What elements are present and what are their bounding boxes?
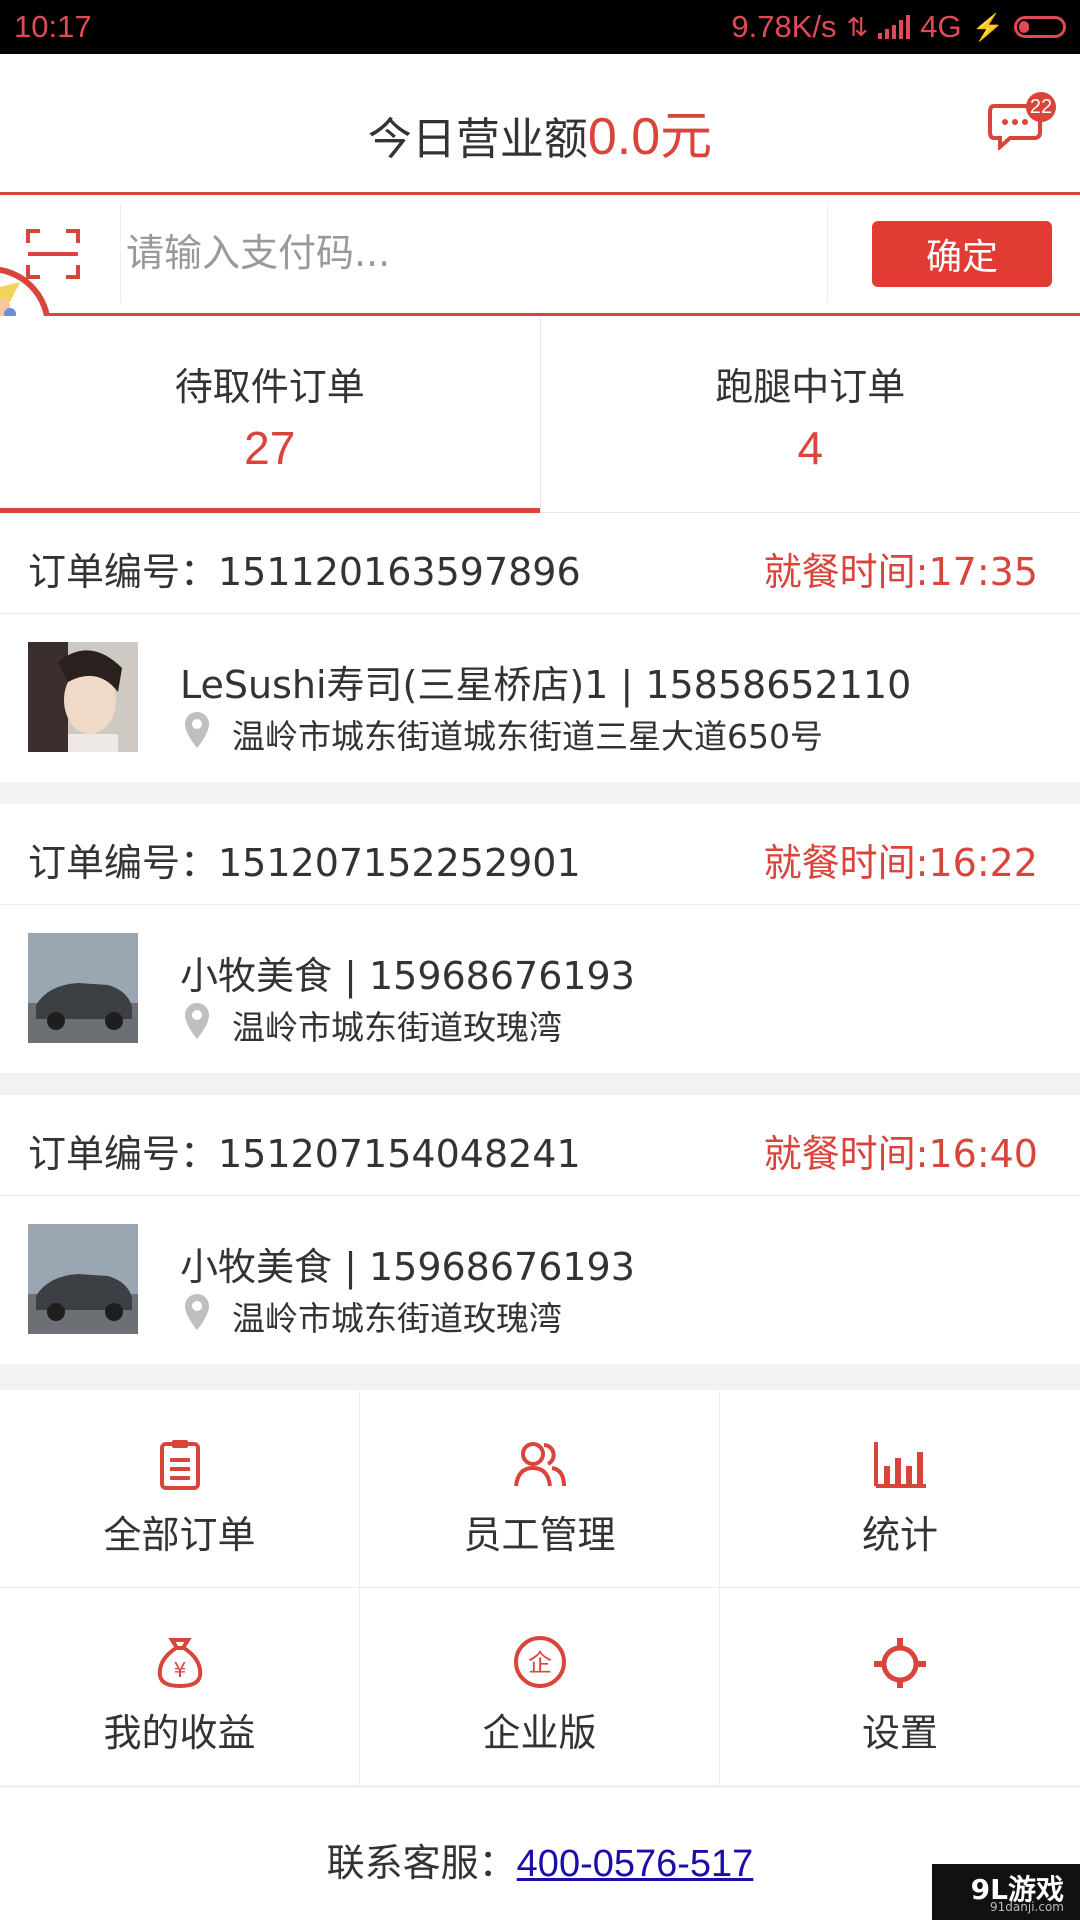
customer-address: 温岭市城东街道玫瑰湾 [232, 1299, 562, 1338]
tab-label: 待取件订单 [174, 365, 365, 409]
confirm-button[interactable]: 确定 [872, 221, 1052, 287]
menu-label: 全部订单 [103, 1513, 256, 1557]
menu-label: 我的收益 [103, 1711, 256, 1755]
revenue-amount: 0.0元 [587, 108, 713, 166]
users-icon [513, 1442, 566, 1487]
customer-address: 温岭市城东街道城东街道三星大道650号 [232, 717, 823, 756]
customer-service-label: 联系客服： [326, 1841, 517, 1885]
order-body: LeSushi寿司(三星桥店)1 | 15858652110 温岭市城东街道城东… [0, 614, 1080, 782]
data-arrows-icon: ⇅ [846, 11, 869, 42]
order-number: 订单编号：151120163597896 [28, 550, 581, 594]
menu-label: 企业版 [482, 1711, 597, 1755]
menu-label: 员工管理 [463, 1513, 616, 1557]
watermark: 9L游戏 91danji.com [932, 1864, 1080, 1920]
messages-button[interactable]: 22 [988, 92, 1056, 154]
tab-count: 4 [797, 422, 824, 474]
customer-service: 联系客服：400-0576-517 [327, 1832, 754, 1887]
order-card[interactable]: 订单编号：151207152252901 就餐时间:16:22 小牧美食 | 1… [0, 804, 1080, 1073]
order-header: 订单编号：151120163597896 就餐时间:17:35 [0, 513, 1080, 614]
pay-code-input[interactable] [120, 203, 828, 303]
gear-icon [874, 1638, 926, 1688]
battery-icon [1014, 16, 1066, 38]
customer-address: 温岭市城东街道玫瑰湾 [232, 1008, 562, 1047]
menu-label: 设置 [861, 1711, 938, 1755]
message-count-badge: 22 [1026, 92, 1056, 122]
tab-in-delivery[interactable]: 跑腿中订单 4 [539, 316, 1080, 512]
avatar [28, 1224, 138, 1334]
meal-time: 就餐时间:16:40 [763, 1132, 1038, 1176]
bar-chart-icon [874, 1442, 926, 1488]
order-list: 订单编号：151120163597896 就餐时间:17:35 LeSushi寿… [0, 513, 1080, 1386]
money-bag-icon: ¥ [157, 1638, 202, 1689]
menu-label: 统计 [861, 1513, 938, 1557]
svg-text:企: 企 [528, 1649, 552, 1677]
menu-staff-management[interactable]: 员工管理 [360, 1390, 720, 1588]
signal-icon [878, 15, 911, 39]
avatar [28, 642, 138, 752]
order-card[interactable]: 订单编号：151207154048241 就餐时间:16:40 小牧美食 | 1… [0, 1095, 1080, 1364]
location-pin-icon [185, 1294, 209, 1330]
order-number: 订单编号：151207154048241 [28, 1132, 581, 1176]
tab-label: 跑腿中订单 [715, 365, 906, 409]
meal-time: 就餐时间:17:35 [763, 550, 1038, 594]
menu-enterprise[interactable]: 企 企业版 [360, 1588, 720, 1786]
network-type: 4G [920, 9, 962, 44]
function-grid: 全部订单 员工管理 统计 ¥ 我的收益 企 企业版 设置 [0, 1390, 1080, 1786]
customer-service-phone-link[interactable]: 400-0576-517 [517, 1843, 754, 1885]
clipboard-icon [159, 1440, 200, 1490]
location-pin-icon [185, 712, 209, 748]
tab-count: 27 [244, 422, 296, 474]
tab-pending-pickup[interactable]: 待取件订单 27 [0, 316, 540, 513]
menu-all-orders[interactable]: 全部订单 [0, 1390, 360, 1588]
watermark-site: 91danji.com [990, 1900, 1064, 1914]
menu-my-earnings[interactable]: ¥ 我的收益 [0, 1588, 360, 1786]
revenue-label: 今日营业额 [367, 114, 588, 165]
today-revenue: 今日营业额0.0元 [0, 94, 1080, 169]
order-body: 小牧美食 | 15968676193 温岭市城东街道玫瑰湾 [0, 1196, 1080, 1364]
order-tabs: 待取件订单 27 跑腿中订单 4 [0, 316, 1080, 513]
status-right: 9.78K/s ⇅ 4G ⚡ [731, 9, 1066, 45]
status-bar: 10:17 9.78K/s ⇅ 4G ⚡ [0, 0, 1080, 54]
pay-code-bar: 确定 [0, 195, 1080, 316]
charging-icon: ⚡ [971, 11, 1004, 42]
header: 今日营业额0.0元 22 [0, 54, 1080, 195]
location-pin-icon [185, 1003, 209, 1039]
customer-name-phone: 小牧美食 | 15968676193 [180, 954, 635, 998]
network-speed: 9.78K/s [731, 9, 837, 44]
order-header: 订单编号：151207154048241 就餐时间:16:40 [0, 1095, 1080, 1196]
order-body: 小牧美食 | 15968676193 温岭市城东街道玫瑰湾 [0, 905, 1080, 1073]
order-card[interactable]: 订单编号：151120163597896 就餐时间:17:35 LeSushi寿… [0, 513, 1080, 782]
enterprise-icon: 企 [513, 1636, 566, 1688]
footer: 联系客服：400-0576-517 [0, 1788, 1080, 1920]
order-number: 订单编号：151207152252901 [28, 841, 581, 885]
svg-text:¥: ¥ [173, 1658, 186, 1682]
customer-name-phone: LeSushi寿司(三星桥店)1 | 15858652110 [180, 663, 912, 707]
menu-settings[interactable]: 设置 [720, 1588, 1080, 1786]
avatar [28, 933, 138, 1043]
status-time: 10:17 [14, 9, 92, 44]
customer-name-phone: 小牧美食 | 15968676193 [180, 1245, 635, 1289]
order-header: 订单编号：151207152252901 就餐时间:16:22 [0, 804, 1080, 905]
menu-statistics[interactable]: 统计 [720, 1390, 1080, 1588]
meal-time: 就餐时间:16:22 [763, 841, 1038, 885]
